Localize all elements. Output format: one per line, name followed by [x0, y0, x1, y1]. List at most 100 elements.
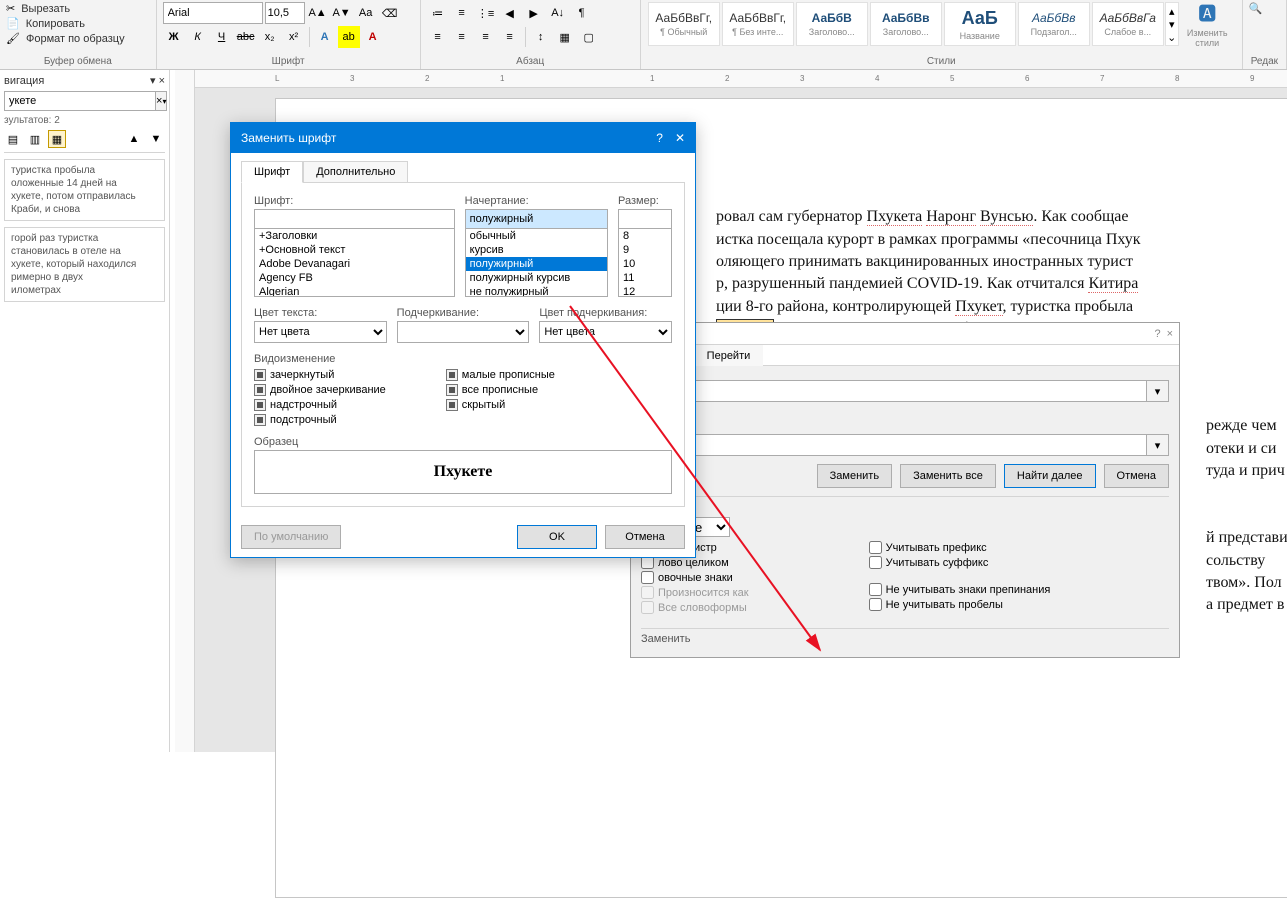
find-icon[interactable]: 🔍: [1249, 2, 1280, 15]
btn-ok[interactable]: OK: [517, 525, 597, 549]
btn-find-next[interactable]: Найти далее: [1004, 464, 1096, 488]
style-tile[interactable]: АаБбВвГг,¶ Без инте...: [722, 2, 794, 46]
numbering-btn[interactable]: ≡: [451, 2, 473, 24]
btn-cancel[interactable]: Отмена: [605, 525, 685, 549]
change-case-btn[interactable]: Aa: [355, 2, 377, 24]
chk-smallcaps[interactable]: малые прописные: [446, 369, 555, 381]
text-color-select[interactable]: Нет цвета: [254, 321, 387, 343]
ruler-horizontal[interactable]: L3211234567891011121314: [195, 70, 1287, 88]
italic-btn[interactable]: К: [187, 26, 209, 48]
dec-indent-btn[interactable]: ◀: [499, 2, 521, 24]
btn-copy[interactable]: 📄Копировать: [6, 17, 89, 30]
styles-gallery[interactable]: АаБбВвГг,¶ Обычный АаБбВвГг,¶ Без инте..…: [647, 2, 1236, 46]
fontdlg-close[interactable]: ✕: [675, 131, 685, 145]
styles-more[interactable]: ⌄: [1166, 31, 1178, 44]
highlight-btn[interactable]: ab: [338, 26, 360, 48]
clear-format-btn[interactable]: ⌫: [379, 2, 401, 24]
chk-ignore-space[interactable]: [869, 598, 882, 611]
nav-tab-pages[interactable]: ▥: [26, 130, 44, 148]
nav-collapse[interactable]: ▾: [150, 75, 156, 87]
nav-tab-results[interactable]: ▦: [48, 130, 66, 148]
replace-with-input[interactable]: [641, 434, 1147, 456]
find-what-dd[interactable]: ▾: [1147, 380, 1169, 402]
bold-btn[interactable]: Ж: [163, 26, 185, 48]
fontdlg-tab-advanced[interactable]: Дополнительно: [303, 161, 408, 182]
find-close[interactable]: ×: [1167, 328, 1173, 340]
chk-suffix[interactable]: [869, 556, 882, 569]
font-name-input[interactable]: [254, 209, 455, 229]
navigation-pane: вигация ▾ × ×▾ зультатов: 2 ▤ ▥ ▦ ▲ ▼ ту…: [0, 70, 170, 752]
styles-scroll-up[interactable]: ▴: [1166, 5, 1178, 18]
ruler-vertical[interactable]: [175, 70, 195, 752]
style-tile[interactable]: АаБбВвЗаголово...: [870, 2, 942, 46]
chk-ignore-punct[interactable]: [869, 583, 882, 596]
underline-select[interactable]: [397, 321, 530, 343]
chk-superscript[interactable]: надстрочный: [254, 399, 386, 411]
change-styles-btn[interactable]: 🅰 Изменить стили: [1180, 2, 1235, 46]
font-name-select[interactable]: [163, 2, 263, 24]
fontdlg-help[interactable]: ?: [656, 131, 663, 145]
style-tile[interactable]: АаБбВвПодзагол...: [1018, 2, 1090, 46]
underline-color-select[interactable]: Нет цвета: [539, 321, 672, 343]
grow-font-btn[interactable]: A▲: [307, 2, 329, 24]
inc-indent-btn[interactable]: ▶: [523, 2, 545, 24]
chk-wildcards[interactable]: [641, 571, 654, 584]
superscript-btn[interactable]: x²: [283, 26, 305, 48]
find-what-input[interactable]: [641, 380, 1147, 402]
dialog-font: Заменить шрифт ?✕ Шрифт Дополнительно Шр…: [230, 122, 696, 558]
nav-next[interactable]: ▼: [147, 130, 165, 148]
line-spacing-btn[interactable]: ↕: [530, 26, 552, 48]
styles-scroll-down[interactable]: ▾: [1166, 18, 1178, 31]
fontdlg-tab-font[interactable]: Шрифт: [241, 161, 303, 183]
text-effects-btn[interactable]: A: [314, 26, 336, 48]
chk-dblstrike[interactable]: двойное зачеркивание: [254, 384, 386, 396]
underline-btn[interactable]: Ч: [211, 26, 233, 48]
font-style-input[interactable]: [465, 209, 608, 229]
align-center-btn[interactable]: ≡: [451, 26, 473, 48]
chk-strike[interactable]: зачеркнутый: [254, 369, 386, 381]
nav-result-item[interactable]: туристка пробыла оложенные 14 дней на ху…: [4, 159, 165, 221]
font-size-input[interactable]: [618, 209, 672, 229]
justify-btn[interactable]: ≡: [499, 26, 521, 48]
style-tile[interactable]: АаБбВЗаголово...: [796, 2, 868, 46]
btn-replace-all[interactable]: Заменить все: [900, 464, 996, 488]
font-color-btn[interactable]: A: [362, 26, 384, 48]
chk-subscript[interactable]: подстрочный: [254, 414, 386, 426]
font-size-select[interactable]: [265, 2, 305, 24]
sort-btn[interactable]: A↓: [547, 2, 569, 24]
font-style-list[interactable]: обычный курсив полужирный полужирный кур…: [465, 229, 608, 297]
strike-btn[interactable]: abc: [235, 26, 257, 48]
style-tile[interactable]: АаБНазвание: [944, 2, 1016, 46]
nav-search-input[interactable]: [4, 91, 156, 111]
btn-replace[interactable]: Заменить: [817, 464, 892, 488]
shrink-font-btn[interactable]: A▼: [331, 2, 353, 24]
find-tab-goto[interactable]: Перейти: [694, 345, 764, 366]
ribbon: ✂Вырезать 📄Копировать 🖌Формат по образцу…: [0, 0, 1287, 70]
nav-prev[interactable]: ▲: [125, 130, 143, 148]
btn-format-painter[interactable]: 🖌Формат по образцу: [6, 32, 129, 45]
align-right-btn[interactable]: ≡: [475, 26, 497, 48]
cut-icon: ✂: [6, 2, 15, 15]
style-tile[interactable]: АаБбВвГг,¶ Обычный: [648, 2, 720, 46]
nav-search-clear[interactable]: ×▾: [156, 91, 167, 111]
subscript-btn[interactable]: x₂: [259, 26, 281, 48]
nav-tab-headings[interactable]: ▤: [4, 130, 22, 148]
btn-cancel-find[interactable]: Отмена: [1104, 464, 1169, 488]
shading-btn[interactable]: ▦: [554, 26, 576, 48]
chk-allcaps[interactable]: все прописные: [446, 384, 555, 396]
multilevel-btn[interactable]: ⋮≡: [475, 2, 497, 24]
btn-cut[interactable]: ✂Вырезать: [6, 2, 74, 15]
font-name-list[interactable]: +Заголовки +Основной текст Adobe Devanag…: [254, 229, 455, 297]
bullets-btn[interactable]: ≔: [427, 2, 449, 24]
replace-with-dd[interactable]: ▾: [1147, 434, 1169, 456]
chk-hidden[interactable]: скрытый: [446, 399, 555, 411]
find-help[interactable]: ?: [1154, 328, 1160, 340]
font-size-list[interactable]: 8 9 10 11 12: [618, 229, 672, 297]
align-left-btn[interactable]: ≡: [427, 26, 449, 48]
borders-btn[interactable]: ▢: [578, 26, 600, 48]
chk-prefix[interactable]: [869, 541, 882, 554]
style-tile[interactable]: АаБбВвГаСлабое в...: [1092, 2, 1164, 46]
showmarks-btn[interactable]: ¶: [571, 2, 593, 24]
nav-result-item[interactable]: горой раз туристка становилась в отеле н…: [4, 227, 165, 302]
nav-close[interactable]: ×: [159, 75, 165, 87]
